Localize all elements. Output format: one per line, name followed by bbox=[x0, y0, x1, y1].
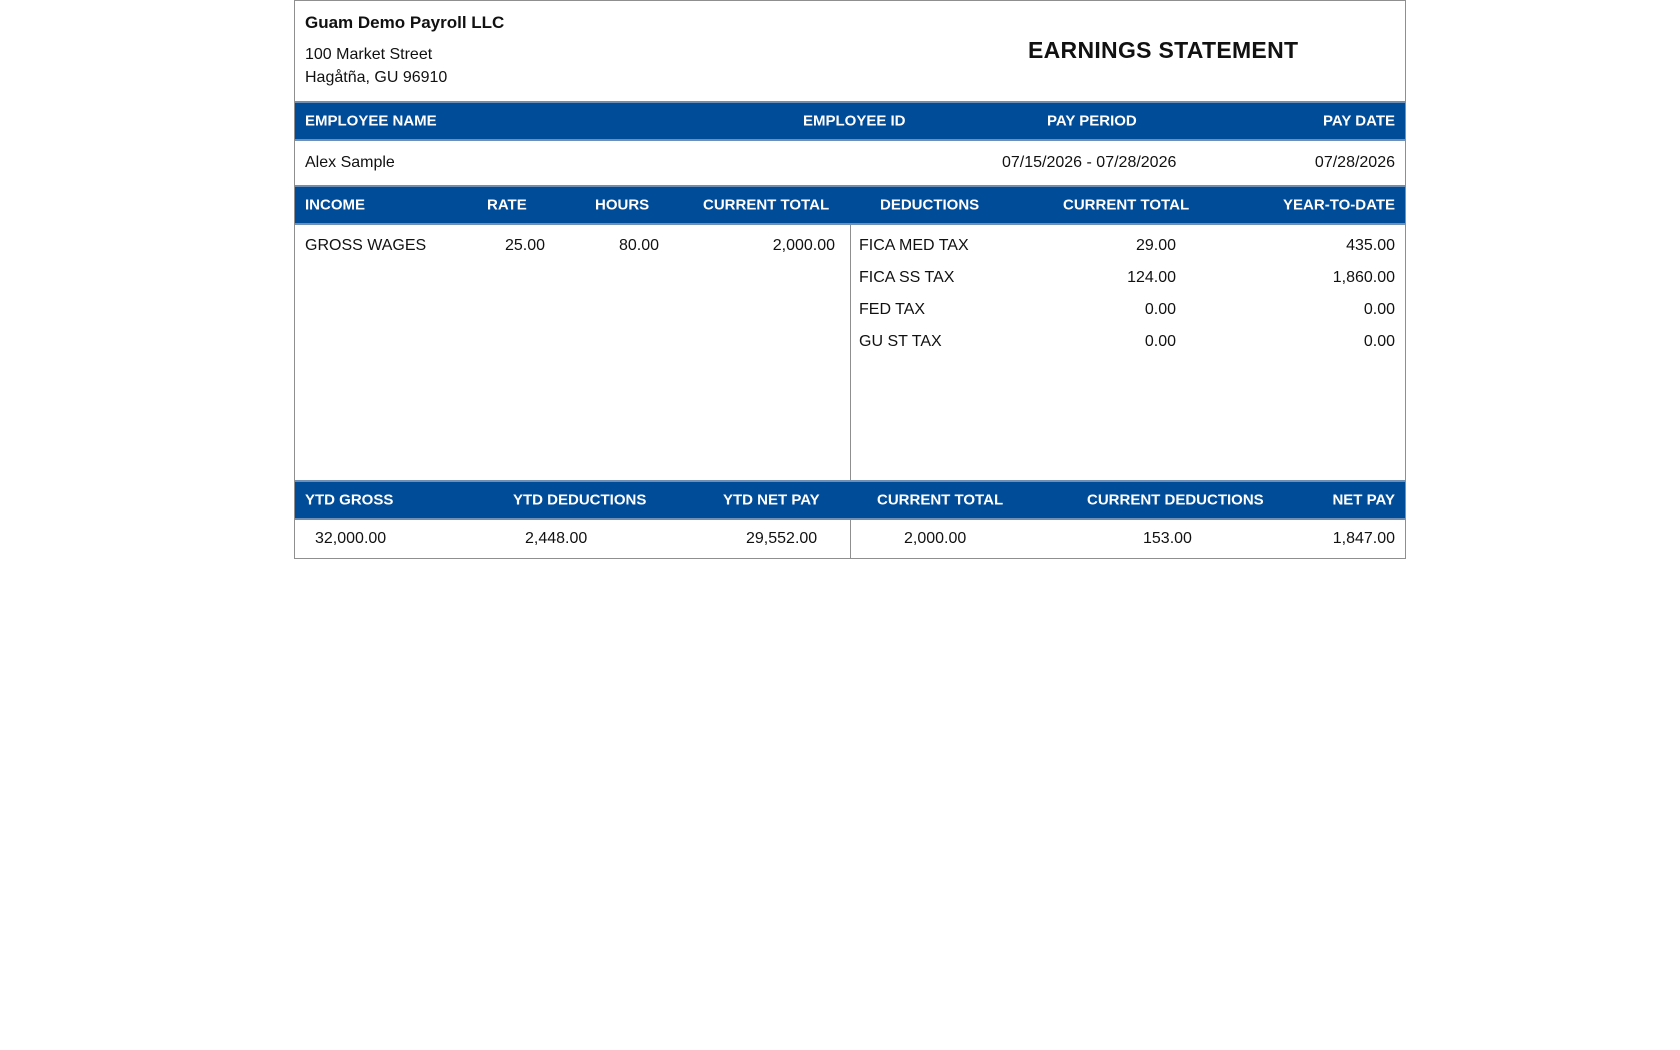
net-pay-header: NET PAY bbox=[1332, 491, 1395, 509]
current-total-header: CURRENT TOTAL bbox=[877, 491, 1004, 509]
income-current-total-header: CURRENT TOTAL bbox=[703, 196, 830, 214]
deduction-current: 0.00 bbox=[1144, 333, 1176, 350]
year-to-date-header: YEAR-TO-DATE bbox=[1283, 196, 1395, 214]
pay-period: 07/15/2026 - 07/28/2026 bbox=[1002, 154, 1177, 171]
income-current-total: 2,000.00 bbox=[772, 237, 835, 254]
deduction-ytd: 0.00 bbox=[1363, 333, 1395, 350]
employee-name: Alex Sample bbox=[305, 154, 395, 171]
deduction-ytd: 1,860.00 bbox=[1332, 269, 1395, 286]
detail-body: GROSS WAGES 25.00 80.00 2,000.00 FICA ME… bbox=[295, 225, 1405, 480]
deduction-current: 0.00 bbox=[1144, 301, 1176, 318]
summary-divider bbox=[850, 520, 851, 558]
pay-date-header: PAY DATE bbox=[1323, 112, 1395, 130]
statement-header: Guam Demo Payroll LLC 100 Market Street … bbox=[295, 1, 1405, 101]
income-rate: 25.00 bbox=[504, 237, 545, 254]
company-name: Guam Demo Payroll LLC bbox=[305, 13, 505, 32]
ytd-deductions: 2,448.00 bbox=[525, 530, 588, 547]
detail-header-bar: INCOME RATE HOURS CURRENT TOTAL DEDUCTIO… bbox=[295, 185, 1405, 225]
deduction-label: FICA SS TAX bbox=[859, 269, 955, 286]
employee-row: Alex Sample 07/15/2026 - 07/28/2026 07/2… bbox=[295, 141, 1405, 185]
company-address-line2: Hagåtña, GU 96910 bbox=[305, 69, 448, 86]
summary-header-bar: YTD GROSS YTD DEDUCTIONS YTD NET PAY CUR… bbox=[295, 480, 1405, 520]
ytd-net-pay-header: YTD NET PAY bbox=[723, 491, 820, 509]
deduction-ytd: 435.00 bbox=[1346, 237, 1395, 254]
deduction-current-total-header: CURRENT TOTAL bbox=[1063, 196, 1190, 214]
deduction-label: FED TAX bbox=[859, 301, 926, 318]
rate-header: RATE bbox=[487, 196, 527, 214]
income-hours: 80.00 bbox=[618, 237, 659, 254]
net-pay: 1,847.00 bbox=[1332, 530, 1395, 547]
deduction-ytd: 0.00 bbox=[1363, 301, 1395, 318]
ytd-deductions-header: YTD DEDUCTIONS bbox=[513, 491, 647, 509]
ytd-gross: 32,000.00 bbox=[315, 530, 387, 547]
employee-name-header: EMPLOYEE NAME bbox=[305, 112, 437, 130]
income-header: INCOME bbox=[305, 196, 365, 214]
ytd-net-pay: 29,552.00 bbox=[746, 530, 818, 547]
deduction-label: GU ST TAX bbox=[859, 333, 942, 350]
deduction-label: FICA MED TAX bbox=[859, 237, 969, 254]
deductions-header: DEDUCTIONS bbox=[880, 196, 980, 214]
deduction-current: 29.00 bbox=[1135, 237, 1176, 254]
current-deductions-header: CURRENT DEDUCTIONS bbox=[1087, 491, 1264, 509]
earnings-statement: Guam Demo Payroll LLC 100 Market Street … bbox=[294, 0, 1406, 559]
pay-period-header: PAY PERIOD bbox=[1047, 112, 1137, 130]
statement-title: EARNINGS STATEMENT bbox=[1028, 37, 1299, 63]
current-total: 2,000.00 bbox=[904, 530, 967, 547]
income-label: GROSS WAGES bbox=[305, 237, 427, 254]
current-deductions: 153.00 bbox=[1143, 530, 1192, 547]
company-address-line1: 100 Market Street bbox=[305, 46, 433, 63]
summary-row: 32,000.00 2,448.00 29,552.00 2,000.00 15… bbox=[295, 520, 1405, 558]
deduction-current: 124.00 bbox=[1127, 269, 1176, 286]
employee-header-bar: EMPLOYEE NAME EMPLOYEE ID PAY PERIOD PAY… bbox=[295, 101, 1405, 141]
ytd-gross-header: YTD GROSS bbox=[305, 491, 394, 509]
hours-header: HOURS bbox=[595, 196, 650, 214]
employee-id-header: EMPLOYEE ID bbox=[803, 112, 906, 130]
column-divider bbox=[850, 225, 851, 480]
pay-date: 07/28/2026 bbox=[1314, 154, 1395, 171]
